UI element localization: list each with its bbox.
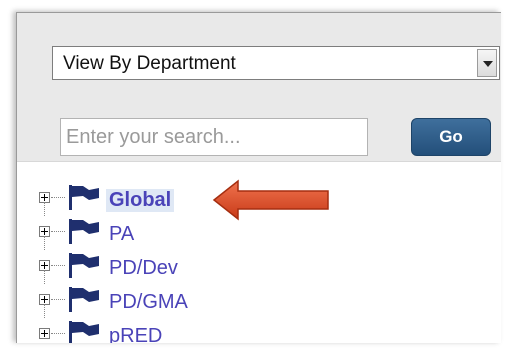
view-by-select[interactable]: View By Department (52, 46, 500, 80)
tree-connector (44, 270, 46, 284)
tree-connector (51, 231, 65, 233)
tree-connector (51, 333, 65, 335)
search-panel: View By Department Enter your search... … (16, 12, 501, 343)
tree-node-label[interactable]: PD/Dev (109, 257, 178, 280)
tree-node-pd-gma[interactable]: PD/GMA (39, 285, 339, 318)
flag-icon (69, 219, 99, 244)
search-placeholder: Enter your search... (66, 126, 241, 148)
tree-node-label[interactable]: PA (109, 223, 134, 246)
flag-icon (69, 253, 99, 278)
go-button[interactable]: Go (411, 118, 491, 156)
flag-icon (69, 185, 99, 210)
tree-connector (44, 202, 46, 216)
left-arrow-icon (212, 179, 329, 221)
tree-node-pd-dev[interactable]: PD/Dev (39, 251, 339, 284)
chevron-down-icon[interactable] (477, 49, 497, 77)
search-input[interactable]: Enter your search... (60, 118, 368, 156)
tree-connector (51, 197, 65, 199)
tree-node-pred[interactable]: pRED (39, 319, 339, 343)
tree-connector (51, 299, 65, 301)
plus-expand-icon[interactable] (39, 328, 50, 339)
tree-connector (44, 236, 46, 250)
tree-connector (51, 265, 65, 267)
flag-icon (69, 321, 99, 343)
tree-node-label[interactable]: pRED (109, 325, 162, 343)
screenshot-frame: View By Department Enter your search... … (0, 0, 513, 357)
flag-icon (69, 287, 99, 312)
tree-node-label[interactable]: Global (106, 189, 175, 212)
search-area: View By Department Enter your search... … (17, 13, 501, 162)
tree-node-label[interactable]: PD/GMA (109, 291, 188, 314)
view-by-select-value: View By Department (63, 53, 236, 74)
tree-connector (44, 304, 46, 318)
